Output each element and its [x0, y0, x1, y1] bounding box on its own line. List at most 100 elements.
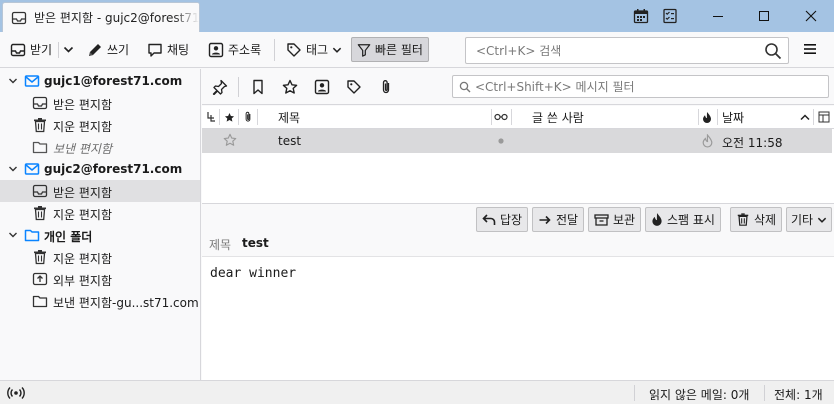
- thread-header: 제목 글 쓴 사람 날짜: [202, 106, 834, 129]
- tab-inbox[interactable]: 받은 편지함 - gujc2@forest71.com: [2, 2, 200, 32]
- thread-column-icon[interactable]: [206, 106, 216, 128]
- forward-arrow-icon: [538, 213, 552, 227]
- message-subject: test: [278, 134, 302, 148]
- folder-label: 보낸 편지함-gu...st71.com: [53, 296, 199, 310]
- column-picker-icon[interactable]: [818, 106, 830, 128]
- folder-trash[interactable]: 지운 편지함: [0, 114, 200, 136]
- chat-label: 채팅: [167, 43, 190, 57]
- close-button[interactable]: [788, 0, 834, 32]
- message-body[interactable]: dear winner: [202, 256, 834, 380]
- quick-filter-button[interactable]: 빠른 필터: [351, 37, 429, 62]
- mail-account-icon: [24, 73, 40, 89]
- filter-icon: [357, 43, 371, 57]
- pencil-icon: [87, 42, 103, 58]
- search-input[interactable]: <Ctrl+K> 검색: [465, 37, 789, 64]
- contact-card-icon: [208, 42, 224, 58]
- chat-icon: [147, 42, 163, 58]
- reply-label: 답장: [500, 213, 523, 227]
- chevron-down-icon: [63, 44, 74, 55]
- folder-label: 지운 편지함: [53, 208, 113, 222]
- app-menu-button[interactable]: [802, 41, 818, 57]
- get-mail-button[interactable]: 받기: [5, 37, 57, 62]
- folder-inbox-selected[interactable]: 받은 편지함: [0, 180, 200, 202]
- inbox-icon: [32, 95, 48, 111]
- star-icon[interactable]: [282, 79, 298, 95]
- date-column-header[interactable]: 날짜: [722, 106, 744, 128]
- chevron-down-icon[interactable]: [8, 230, 18, 240]
- address-book-label: 주소록: [228, 43, 262, 57]
- forward-label: 전달: [556, 213, 579, 227]
- get-mail-dropdown[interactable]: [59, 37, 78, 62]
- write-label: 쓰기: [107, 43, 130, 57]
- other-actions-label: 기타: [791, 213, 814, 227]
- folder-outbox[interactable]: 외부 편지함: [0, 268, 200, 290]
- junk-column-icon[interactable]: [702, 106, 712, 128]
- read-column-icon[interactable]: [494, 106, 508, 128]
- table-row[interactable]: test 오전 11:58: [202, 129, 832, 153]
- status-bar: 읽지 않은 메일: 0개 전체: 1개: [0, 380, 834, 404]
- subject-value: test: [242, 236, 269, 250]
- address-book-button[interactable]: 주소록: [203, 37, 266, 62]
- bookmark-icon[interactable]: [250, 79, 266, 95]
- message-filter-input[interactable]: <Ctrl+Shift+K> 메시지 필터: [452, 75, 829, 98]
- delete-label: 삭제: [754, 213, 777, 227]
- other-actions-button[interactable]: 기타: [786, 207, 833, 232]
- get-mail-label: 받기: [30, 43, 53, 57]
- message-date: 오전 11:58: [722, 136, 783, 150]
- folder-sent-local[interactable]: 보낸 편지함-gu...st71.com: [0, 290, 200, 312]
- pin-icon[interactable]: [212, 79, 228, 95]
- account-gujc2[interactable]: gujc2@forest71.com: [0, 158, 200, 180]
- tag-label: 태그: [306, 43, 329, 57]
- reply-button[interactable]: 답장: [476, 207, 529, 232]
- folder-label: 받은 편지함: [53, 186, 113, 200]
- local-folders[interactable]: 개인 폴더: [0, 224, 200, 246]
- correspondent-column-header[interactable]: 글 쓴 사람: [532, 106, 584, 128]
- main-toolbar: 받기 쓰기 채팅 주소록 태그 빠른 필터 <Ctrl+K> 검색: [0, 32, 834, 68]
- chevron-down-icon[interactable]: [8, 76, 18, 86]
- folder-trash[interactable]: 지운 편지함: [0, 246, 200, 268]
- attachment-column-icon[interactable]: [242, 106, 254, 128]
- folder-inbox[interactable]: 받은 편지함: [0, 92, 200, 114]
- thread-list: test 오전 11:58: [202, 129, 834, 204]
- folder-label: 지운 편지함: [53, 120, 113, 134]
- junk-status-icon[interactable]: [702, 134, 713, 148]
- reply-icon: [482, 213, 496, 227]
- star-icon[interactable]: [223, 133, 237, 147]
- trash-icon: [736, 212, 750, 227]
- subject-column-header[interactable]: 제목: [278, 106, 300, 128]
- forward-button[interactable]: 전달: [532, 207, 585, 232]
- folder-sent[interactable]: 보낸 편지함: [0, 136, 200, 158]
- mark-junk-button[interactable]: 스팸 표시: [645, 207, 721, 232]
- calendar-icon[interactable]: [633, 8, 649, 24]
- delete-button[interactable]: 삭제: [730, 207, 783, 232]
- contact-card-icon[interactable]: [314, 79, 330, 95]
- trash-icon: [32, 205, 48, 221]
- tag-icon[interactable]: [346, 79, 362, 95]
- folder-icon: [32, 293, 48, 309]
- flame-icon: [651, 212, 663, 227]
- unread-dot-icon[interactable]: [498, 138, 504, 144]
- tasks-icon[interactable]: [662, 8, 678, 24]
- search-icon: [459, 81, 471, 93]
- chevron-down-icon: [817, 215, 827, 225]
- download-icon: [10, 42, 26, 58]
- chat-button[interactable]: 채팅: [142, 37, 194, 62]
- total-count: 전체: 1개: [774, 388, 823, 402]
- account-gujc1[interactable]: gujc1@forest71.com: [0, 70, 200, 92]
- minimize-button[interactable]: [695, 0, 741, 32]
- archive-button[interactable]: 보관: [588, 207, 642, 232]
- write-button[interactable]: 쓰기: [82, 37, 134, 62]
- folder-trash[interactable]: 지운 편지함: [0, 202, 200, 224]
- star-column-icon[interactable]: [224, 106, 235, 128]
- tag-icon: [286, 42, 302, 58]
- unread-count: 읽지 않은 메일: 0개: [649, 388, 750, 402]
- archive-label: 보관: [613, 213, 636, 227]
- chevron-down-icon[interactable]: [8, 164, 18, 174]
- online-status-icon[interactable]: [7, 386, 25, 400]
- paperclip-icon[interactable]: [378, 79, 394, 95]
- chevron-down-icon: [332, 45, 342, 55]
- inbox-icon: [32, 183, 48, 199]
- maximize-button[interactable]: [741, 0, 787, 32]
- tag-button[interactable]: 태그: [281, 37, 347, 62]
- folder-label: 지운 편지함: [53, 252, 113, 266]
